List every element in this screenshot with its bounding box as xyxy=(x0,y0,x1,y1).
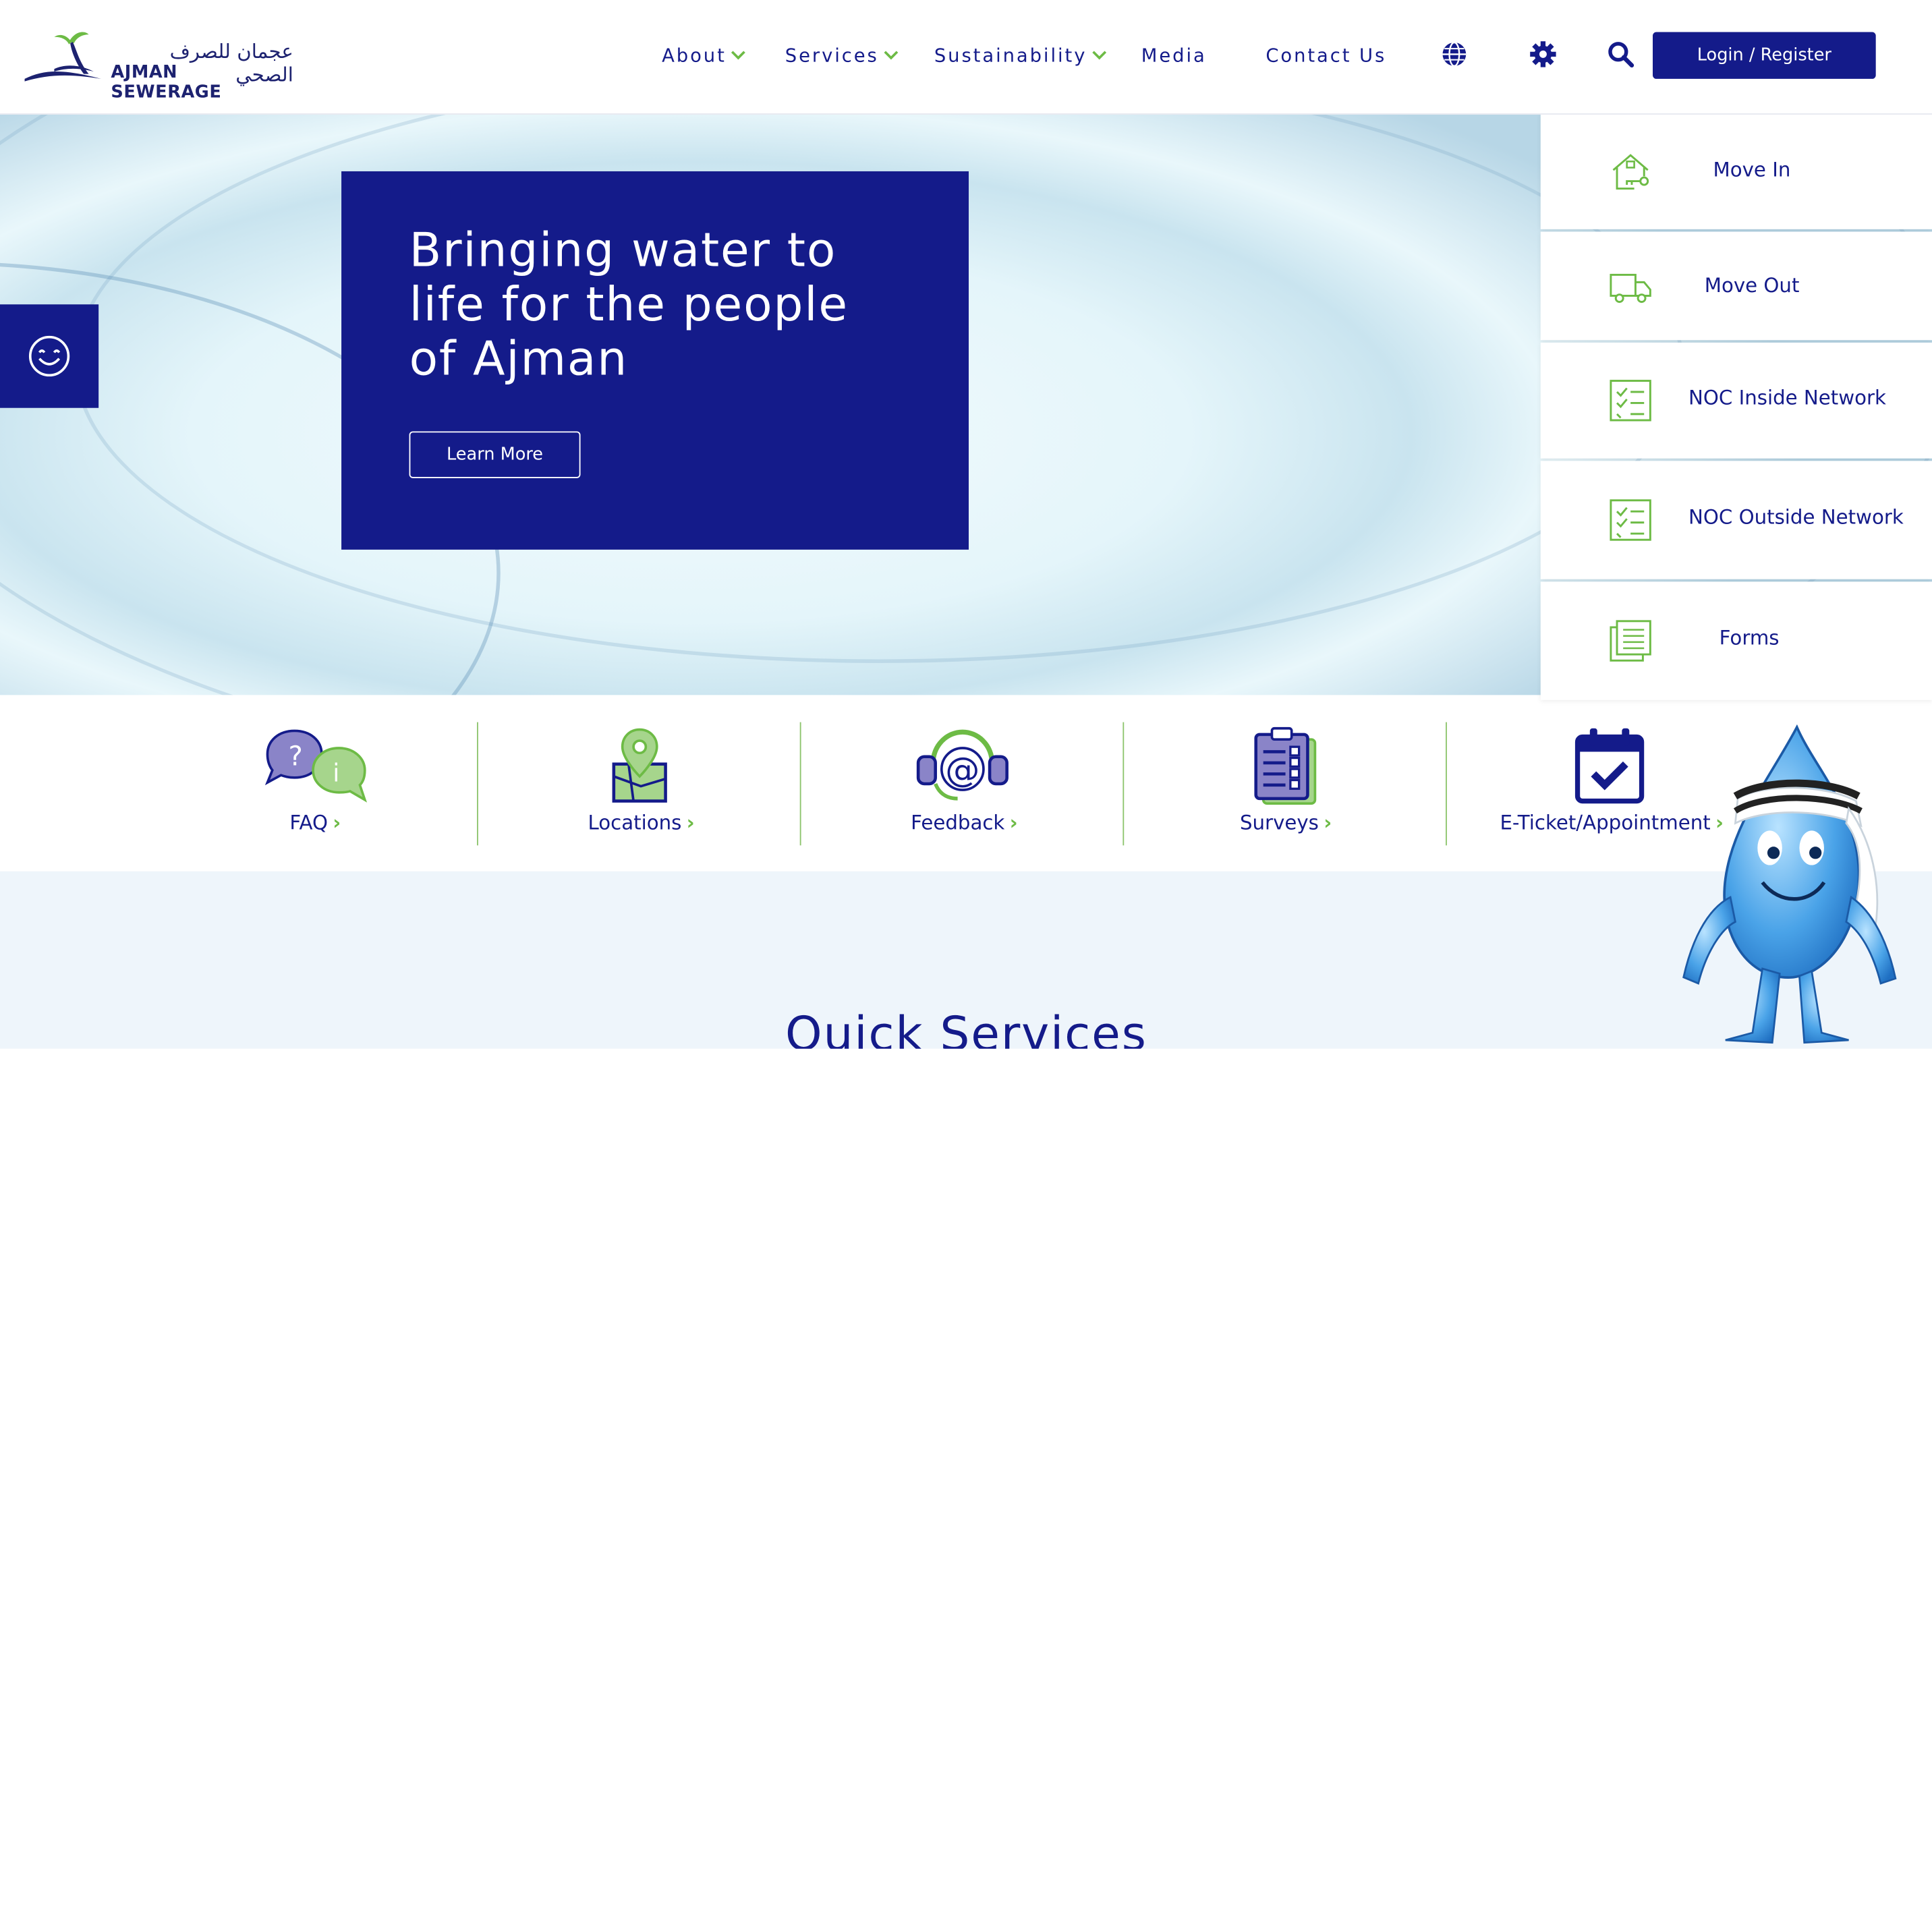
nav-media-label: Media xyxy=(1141,44,1207,67)
svg-text:@: @ xyxy=(945,750,979,790)
logo-english-text: AJMAN SEWERAGE xyxy=(111,63,222,103)
nav-services[interactable]: Services xyxy=(785,42,899,69)
section-title: Quick Services xyxy=(785,1006,1147,1049)
side-item-label: NOC Outside Network xyxy=(1688,505,1904,529)
smiley-face-icon xyxy=(28,335,70,377)
quick-services-section: Quick Services xyxy=(0,871,1932,1049)
svg-text:i: i xyxy=(333,758,339,787)
divider xyxy=(477,722,478,846)
side-item-move-out[interactable]: Move Out xyxy=(1540,231,1932,341)
hero-card: Bringing water to life for the people of… xyxy=(341,171,969,550)
side-item-label: Forms xyxy=(1719,626,1780,650)
side-item-forms[interactable]: Forms xyxy=(1540,581,1932,700)
truck-icon xyxy=(1610,273,1651,304)
faq-bubbles-icon: ? i xyxy=(264,729,368,803)
nav-media[interactable]: Media xyxy=(1141,42,1207,69)
chevron-down-icon xyxy=(1092,47,1107,64)
water-drop-mascot[interactable] xyxy=(1676,724,1910,1049)
checklist-icon xyxy=(1610,499,1651,541)
svg-text:?: ? xyxy=(289,741,303,772)
chevron-down-icon xyxy=(884,47,899,64)
headset-at-icon: @ xyxy=(916,729,1008,801)
nav-contact-us[interactable]: Contact Us xyxy=(1266,42,1386,69)
clipboard-icon xyxy=(1254,726,1317,805)
nav-about[interactable]: About xyxy=(662,42,746,69)
nav-sustainability[interactable]: Sustainability xyxy=(934,42,1107,69)
quick-link-label: Feedback › xyxy=(911,811,1018,834)
search-icon[interactable] xyxy=(1605,38,1637,71)
chevron-down-icon xyxy=(731,47,746,64)
hero-title: Bringing water to life for the people of… xyxy=(409,223,849,386)
calendar-check-icon xyxy=(1574,728,1645,804)
quick-link-label: Surveys › xyxy=(1239,811,1332,834)
side-item-move-in[interactable]: Move In xyxy=(1540,113,1932,229)
quick-link-faq[interactable]: ? i FAQ › xyxy=(253,722,389,846)
nav-sustainability-label: Sustainability xyxy=(934,44,1087,67)
quick-links-row: ? i FAQ › Locations › @ Feedback › Surve… xyxy=(0,695,1932,871)
quick-link-surveys[interactable]: Surveys › xyxy=(1226,722,1362,846)
login-register-button[interactable]: Login / Register xyxy=(1653,32,1876,79)
map-pin-icon xyxy=(612,728,667,803)
divider xyxy=(1446,722,1447,846)
side-item-label: NOC Inside Network xyxy=(1688,385,1886,409)
quick-link-feedback[interactable]: @ Feedback › xyxy=(894,722,1042,846)
quick-link-locations[interactable]: Locations › xyxy=(573,722,721,846)
nav-about-label: About xyxy=(662,44,727,67)
happiness-feedback-tab[interactable] xyxy=(0,304,99,408)
ajman-sewerage-logo[interactable]: عجمان للصرف الصحي AJMAN SEWERAGE xyxy=(22,27,293,103)
globe-icon[interactable] xyxy=(1438,38,1471,71)
documents-icon xyxy=(1610,620,1651,662)
side-item-noc-outside-network[interactable]: NOC Outside Network xyxy=(1540,461,1932,579)
gear-icon[interactable] xyxy=(1527,38,1560,71)
side-item-label: Move Out xyxy=(1704,273,1800,297)
learn-more-button[interactable]: Learn More xyxy=(409,431,581,478)
divider xyxy=(1123,722,1125,846)
checklist-icon xyxy=(1610,380,1651,422)
divider xyxy=(799,722,801,846)
house-key-icon xyxy=(1612,154,1649,190)
site-header: عجمان للصرف الصحي AJMAN SEWERAGE About S… xyxy=(0,0,1932,115)
nav-contact-label: Contact Us xyxy=(1266,44,1387,67)
side-item-noc-inside-network[interactable]: NOC Inside Network xyxy=(1540,342,1932,459)
side-item-label: Move In xyxy=(1713,157,1791,181)
quick-service-side-panel: Move In Move Out NOC Inside Network NOC … xyxy=(1540,113,1932,700)
quick-link-label: Locations › xyxy=(588,811,695,834)
palm-wave-logo-icon xyxy=(24,32,101,82)
nav-services-label: Services xyxy=(785,44,879,67)
quick-link-label: FAQ › xyxy=(289,811,341,834)
